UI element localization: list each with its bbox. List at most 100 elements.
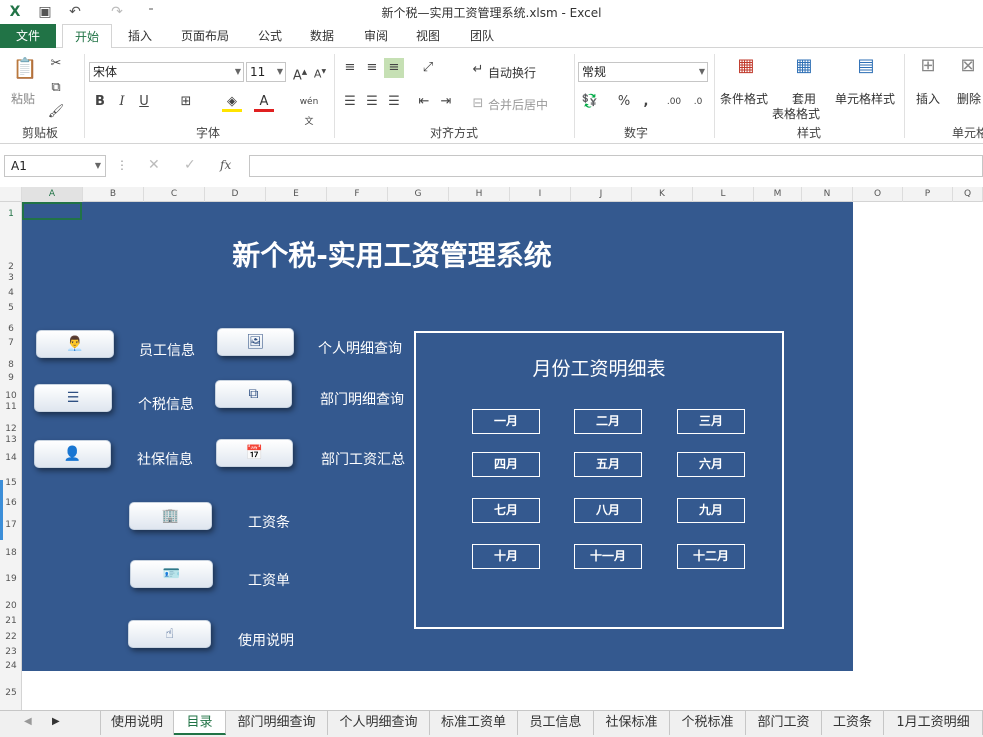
social-security-button[interactable]: 👤 [34,440,111,468]
delete-cells-button[interactable]: 删除 [957,90,981,107]
column-header[interactable]: P [903,187,953,202]
select-all-button[interactable] [0,187,22,202]
border-icon[interactable]: ⊞ [176,92,196,112]
sheet-tab[interactable]: 标准工资单 [430,711,518,735]
row-header[interactable]: 20 [0,601,22,611]
payslip-button[interactable]: 🏢 [129,502,212,530]
column-header[interactable]: G [388,187,449,202]
personal-detail-button[interactable]: 🖼 [217,328,294,356]
name-box[interactable]: A1 ▼ [4,155,106,177]
paste-icon[interactable]: 📋 [10,58,40,86]
sheet-tab[interactable]: 个税标准 [670,711,746,735]
tab-team[interactable]: 团队 [460,24,504,48]
font-color-icon[interactable]: A [254,92,274,112]
column-header[interactable]: I [510,187,571,202]
copy-icon[interactable]: ⧉ [46,78,66,98]
tab-insert[interactable]: 插入 [118,24,162,48]
row-header[interactable]: 3 [0,273,22,283]
dept-summary-button[interactable]: 📅 [216,439,293,467]
phonetic-button[interactable]: wén 文 [296,92,322,127]
sheet-tab[interactable]: 个人明细查询 [328,711,430,735]
grow-font-icon[interactable]: A▲ [290,62,310,83]
delete-cells-icon[interactable]: ⊠ [954,56,982,84]
tab-review[interactable]: 审阅 [354,24,398,48]
increase-decimal-icon[interactable]: .00 [664,92,684,112]
enter-icon[interactable]: ✓ [184,157,196,173]
column-header[interactable]: L [693,187,754,202]
sheet-tab[interactable]: 1月工资明细 [884,711,983,735]
column-header[interactable]: Q [953,187,983,202]
row-header[interactable]: 7 [0,338,22,348]
employee-info-button[interactable]: 👨‍💼 [36,330,114,358]
column-header[interactable]: A [22,187,83,202]
column-header[interactable]: N [802,187,853,202]
currency-icon[interactable]: 💱 [580,92,600,112]
fill-color-icon[interactable]: ◈ [222,92,242,112]
increase-indent-icon[interactable]: ⇥ [436,92,456,112]
font-name-select[interactable]: 宋体 ▼ [89,62,244,82]
month-button-may[interactable]: 五月 [574,452,642,477]
sheet-tab[interactable]: 使用说明 [100,711,174,735]
align-right-icon[interactable]: ☰ [384,92,404,112]
instructions-button[interactable]: ☝ [128,620,211,648]
orientation-icon[interactable]: ⤢ [418,58,438,78]
italic-button[interactable]: I [112,92,132,112]
row-header[interactable]: 15 [0,478,22,488]
align-bottom-icon[interactable]: ≡ [384,58,404,78]
row-header[interactable]: 23 [0,647,22,657]
row-header[interactable]: 11 [0,402,22,412]
insert-cells-icon[interactable]: ⊞ [914,56,942,84]
tax-info-button[interactable]: ☰ [34,384,112,412]
sheet-tab[interactable]: 社保标准 [594,711,670,735]
cancel-icon[interactable]: ✕ [148,157,160,173]
shrink-font-icon[interactable]: A▼ [310,62,330,82]
row-header[interactable]: 1 [0,209,22,219]
tab-page-layout[interactable]: 页面布局 [172,24,238,48]
tab-file[interactable]: 文件 [0,24,56,48]
column-header[interactable]: K [632,187,693,202]
cut-icon[interactable]: ✂ [46,54,66,74]
month-button-jul[interactable]: 七月 [472,498,540,523]
sheet-tab[interactable]: 部门明细查询 [226,711,328,735]
column-header[interactable]: F [327,187,388,202]
tab-data[interactable]: 数据 [300,24,344,48]
column-header[interactable]: J [571,187,632,202]
align-left-icon[interactable]: ☰ [340,92,360,112]
column-header[interactable]: O [853,187,903,202]
table-format-button[interactable]: 表格格式 [772,105,820,122]
row-header[interactable]: 6 [0,324,22,334]
bold-button[interactable]: B [90,92,110,112]
wrap-text-button[interactable]: 自动换行 [488,64,536,81]
month-button-jun[interactable]: 六月 [677,452,745,477]
wrap-text-icon[interactable]: ↵ [468,60,488,80]
row-header[interactable]: 14 [0,453,22,463]
column-header[interactable]: C [144,187,205,202]
row-header[interactable]: 2 [0,262,22,272]
font-size-select[interactable]: 11 ▼ [246,62,286,82]
formula-input[interactable] [249,155,983,177]
table-format-icon[interactable]: ▦ [790,56,818,84]
scroll-left-icon[interactable]: ◀ [24,716,32,727]
row-header[interactable]: 19 [0,574,22,584]
sheet-tab-active[interactable]: 目录 [174,711,226,735]
row-header[interactable]: 13 [0,435,22,445]
row-header[interactable]: 4 [0,288,22,298]
underline-button[interactable]: U [134,92,154,112]
sheet-tab[interactable]: 员工信息 [518,711,594,735]
scroll-right-icon[interactable]: ▶ [52,716,60,727]
conditional-format-button[interactable]: 条件格式 [720,90,768,107]
month-button-oct[interactable]: 十月 [472,544,540,569]
row-header[interactable]: 17 [0,520,22,530]
comma-icon[interactable]: , [636,92,656,112]
dept-detail-button[interactable]: ⧉ [215,380,292,408]
month-button-jan[interactable]: 一月 [472,409,540,434]
percent-icon[interactable]: % [614,92,634,112]
merge-center-button[interactable]: 合并后居中 [488,96,548,113]
decrease-decimal-icon[interactable]: .0 [688,92,708,112]
row-header[interactable]: 8 [0,360,22,370]
month-button-mar[interactable]: 三月 [677,409,745,434]
month-button-feb[interactable]: 二月 [574,409,642,434]
merge-center-icon[interactable]: ⊟ [468,94,488,114]
tab-view[interactable]: 视图 [406,24,450,48]
tab-home[interactable]: 开始 [62,24,112,49]
